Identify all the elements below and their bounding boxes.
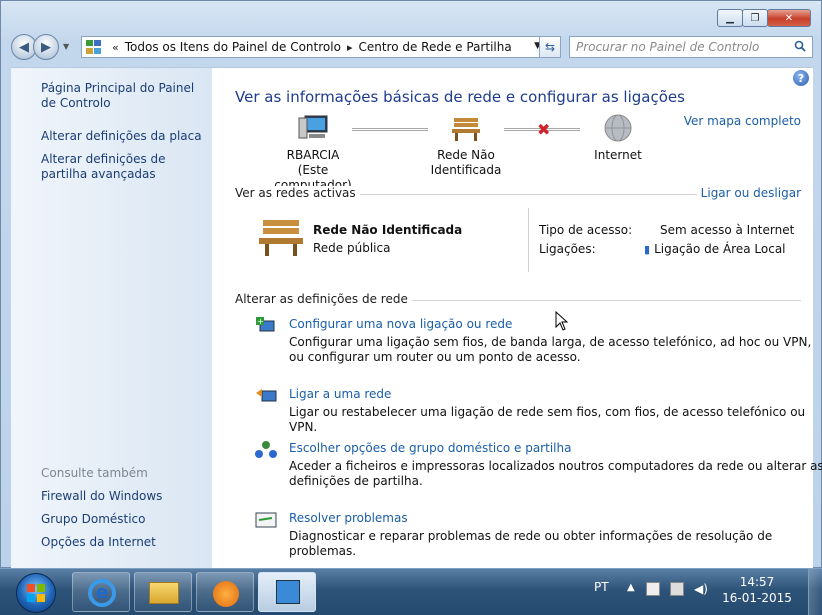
active-networks-title: Ver as redes activas — [235, 186, 360, 200]
forward-arrow-icon: ▶ — [41, 39, 51, 55]
taskbar: e PT ▲ ◀) 14:57 16-01-2015 — [0, 568, 822, 615]
homegroup-link[interactable]: Escolher opções de grupo doméstico e par… — [289, 441, 822, 455]
help-icon[interactable]: ? — [793, 70, 809, 86]
network-node-unidentified[interactable]: Rede Não Identificada — [406, 112, 526, 178]
homegroup-description: Aceder a ficheiros e impressoras localiz… — [289, 459, 822, 488]
network-node-label: Rede Não Identificada — [430, 148, 502, 177]
internet-label: Internet — [594, 148, 642, 162]
connect-network-description: Ligar ou restabelecer uma ligação de red… — [289, 405, 806, 434]
network-adapter-icon: ▮ — [644, 243, 651, 256]
language-indicator[interactable]: PT — [594, 580, 609, 594]
computer-icon — [298, 115, 328, 139]
recent-pages-dropdown-icon[interactable]: ▼ — [63, 42, 69, 51]
see-also-internet-options[interactable]: Opções da Internet — [41, 535, 206, 550]
back-arrow-icon: ◀ — [19, 39, 29, 55]
navigation-bar: ◀ ▶ ▼ « Todos os Itens do Painel de Cont… — [11, 34, 813, 60]
new-connection-icon: + — [256, 317, 275, 332]
vertical-divider — [528, 208, 529, 272]
see-also-title: Consulte também — [41, 466, 148, 480]
search-icon[interactable] — [794, 40, 806, 52]
task-troubleshoot: Resolver problemas Diagnosticar e repara… — [255, 511, 822, 559]
media-player-icon — [213, 581, 239, 607]
connect-network-link[interactable]: Ligar a uma rede — [289, 387, 822, 401]
active-network-type[interactable]: Rede pública — [313, 241, 390, 255]
local-area-connection-link[interactable]: ▮ Ligação de Área Local — [644, 242, 786, 256]
globe-icon — [604, 114, 632, 142]
task-connect-network: Ligar a uma rede Ligar ou restabelecer u… — [256, 387, 822, 435]
control-panel-icon — [276, 580, 300, 604]
breadcrumb-network-center[interactable]: Centro de Rede e Partilha — [358, 40, 511, 54]
search-input[interactable]: Procurar no Painel de Controlo — [569, 36, 813, 58]
start-button[interactable] — [16, 573, 56, 613]
see-also-homegroup[interactable]: Grupo Doméstico — [41, 512, 206, 527]
windows-logo-icon — [27, 584, 45, 602]
refresh-button[interactable]: ⇆ — [539, 36, 561, 58]
volume-icon[interactable]: ◀) — [694, 582, 708, 596]
see-also-firewall[interactable]: Firewall do Windows — [41, 489, 206, 504]
connect-disconnect-link[interactable]: Ligar ou desligar — [696, 186, 801, 200]
computer-name: RBARCIA — [286, 148, 340, 162]
taskbar-control-panel[interactable] — [258, 572, 316, 612]
forward-button[interactable]: ▶ — [33, 34, 59, 60]
main-pane: ? Ver as informações básicas de rede e c… — [212, 68, 822, 570]
svg-text:+: + — [257, 317, 264, 326]
close-button[interactable]: ✕ — [767, 9, 811, 27]
connect-network-icon — [256, 389, 277, 402]
view-full-map-link[interactable]: Ver mapa completo — [684, 114, 801, 128]
address-bar[interactable]: « Todos os Itens do Painel de Controlo ▸… — [81, 36, 546, 58]
sidebar-item-control-panel-home[interactable]: Página Principal do Painel de Controlo — [41, 81, 206, 111]
connections-label: Ligações: — [539, 242, 596, 256]
network-node-internet[interactable]: Internet — [568, 112, 668, 163]
homegroup-icon — [255, 441, 277, 458]
mouse-cursor-icon — [555, 311, 569, 331]
sidebar-item-adapter-settings[interactable]: Alterar definições da placa — [41, 129, 206, 144]
bench-icon — [259, 220, 303, 256]
folder-icon — [149, 582, 179, 604]
internet-explorer-icon: e — [88, 579, 116, 607]
content-area: Página Principal do Painel de Controlo A… — [11, 67, 822, 570]
taskbar-media-player[interactable] — [196, 572, 254, 612]
troubleshoot-link[interactable]: Resolver problemas — [289, 511, 822, 525]
show-desktop-button[interactable] — [808, 569, 822, 615]
access-type-value: Sem acesso à Internet — [660, 223, 795, 237]
sidebar-item-advanced-sharing[interactable]: Alterar definições de partilha avançadas — [41, 152, 206, 182]
control-panel-icon — [86, 40, 102, 54]
clock-time: 14:57 — [739, 575, 775, 589]
bench-icon — [452, 118, 480, 141]
action-center-icon[interactable] — [646, 582, 660, 596]
active-network-name: Rede Não Identificada — [313, 223, 463, 237]
troubleshoot-description: Diagnosticar e reparar problemas de rede… — [289, 529, 773, 558]
maximize-button[interactable]: ❐ — [742, 9, 768, 27]
refresh-icon: ⇆ — [544, 40, 556, 54]
change-settings-title: Alterar as definições de rede — [235, 292, 412, 306]
breadcrumb-separator-icon[interactable]: ▸ — [347, 41, 353, 54]
search-placeholder: Procurar no Painel de Controlo — [576, 40, 760, 54]
system-clock[interactable]: 14:57 16-01-2015 — [722, 574, 792, 606]
troubleshoot-icon — [255, 512, 277, 528]
task-homegroup: Escolher opções de grupo doméstico e par… — [255, 441, 822, 489]
network-node-computer[interactable]: RBARCIA (Este computador) — [258, 112, 368, 193]
breadcrumb-overflow[interactable]: « — [112, 41, 119, 54]
taskbar-windows-explorer[interactable] — [134, 572, 192, 612]
breadcrumb-all-items[interactable]: Todos os Itens do Painel de Controlo — [125, 40, 341, 54]
taskbar-internet-explorer[interactable]: e — [72, 572, 130, 612]
show-hidden-icons-icon[interactable]: ▲ — [627, 582, 641, 596]
access-type-label: Tipo de acesso: — [539, 223, 633, 237]
left-navigation-pane: Página Principal do Painel de Controlo A… — [11, 68, 212, 570]
minimize-button[interactable]: ▁ — [717, 9, 743, 27]
network-status-icon[interactable] — [670, 582, 684, 596]
connection-name: Ligação de Área Local — [654, 242, 786, 256]
page-title: Ver as informações básicas de rede e con… — [235, 88, 685, 106]
new-connection-description: Configurar uma ligação sem fios, de band… — [289, 335, 812, 364]
no-connection-icon: ✖ — [537, 120, 551, 139]
clock-date: 16-01-2015 — [722, 591, 792, 605]
window-controls: ▁ ❐ ✕ — [717, 9, 811, 27]
control-panel-window: ▁ ❐ ✕ ◀ ▶ ▼ « Todos os Itens do Painel d… — [0, 0, 822, 570]
